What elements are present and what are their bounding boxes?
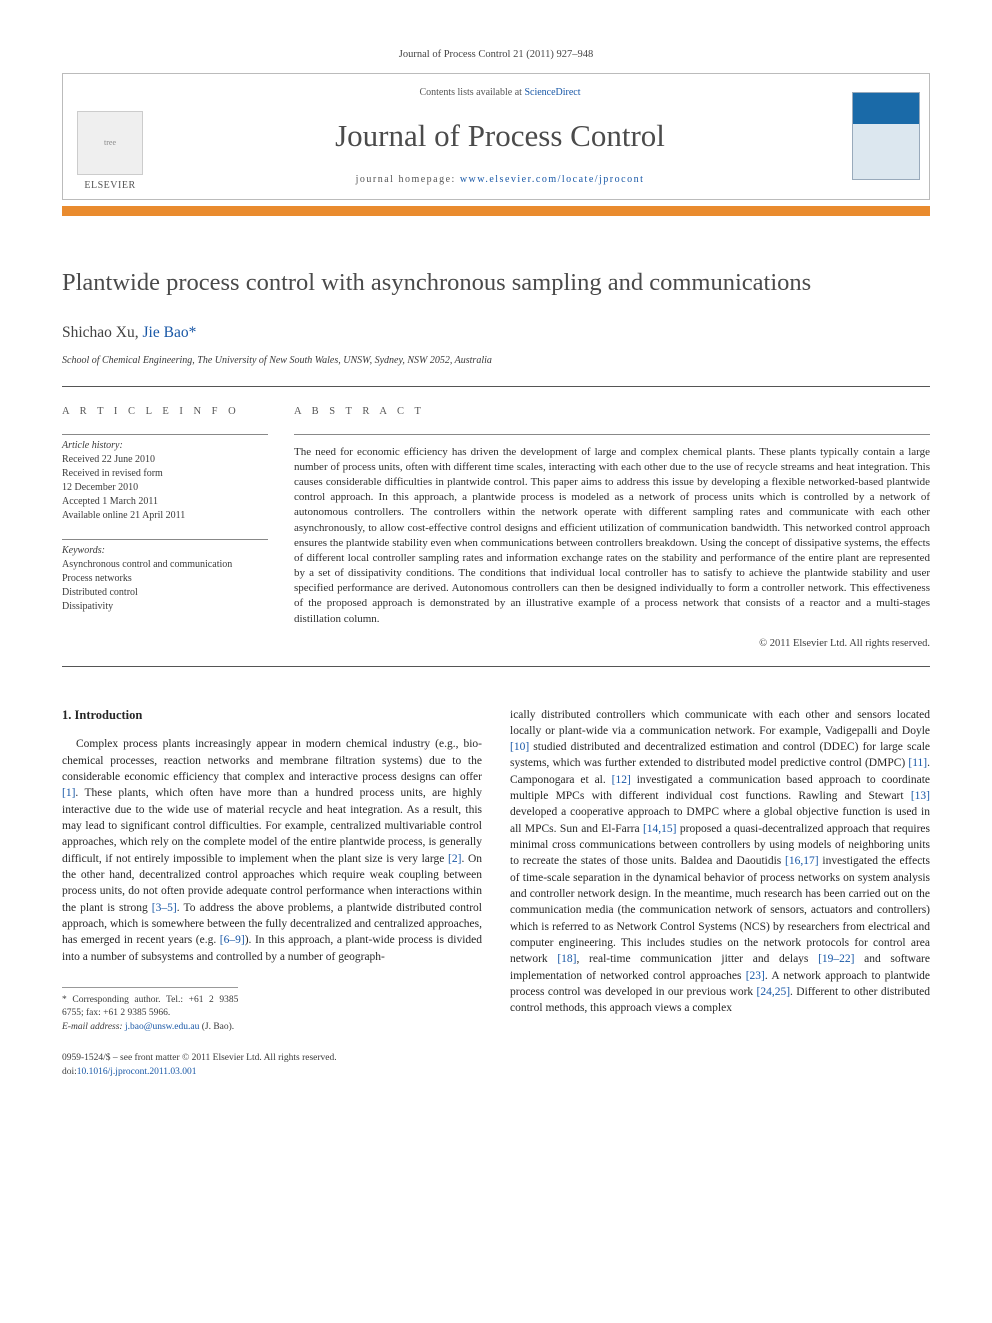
journal-header: tree ELSEVIER Contents lists available a…: [62, 73, 930, 200]
body-para-1: Complex process plants increasingly appe…: [62, 736, 482, 965]
info-rule-2: [62, 539, 268, 540]
journal-reference: Journal of Process Control 21 (2011) 927…: [62, 48, 930, 63]
body-para-2: ically distributed controllers which com…: [510, 707, 930, 1017]
history-revised-1: Received in revised form: [62, 467, 268, 481]
issn-line: 0959-1524/$ – see front matter © 2011 El…: [62, 1052, 930, 1065]
abstract-text: The need for economic efficiency has dri…: [294, 445, 930, 627]
info-heading: a r t i c l e i n f o: [62, 405, 268, 420]
contents-line: Contents lists available at ScienceDirec…: [419, 86, 580, 100]
abstract-rule-top: [294, 434, 930, 435]
journal-title: Journal of Process Control: [335, 114, 665, 157]
doi-line: doi:10.1016/j.jprocont.2011.03.001: [62, 1066, 930, 1079]
cover-thumbnail: [843, 74, 929, 199]
keyword-3: Dissipativity: [62, 600, 268, 614]
affiliation: School of Chemical Engineering, The Univ…: [62, 354, 930, 368]
email-who: (J. Bao).: [202, 1022, 234, 1032]
keyword-2: Distributed control: [62, 586, 268, 600]
authors: Shichao Xu, Jie Bao*: [62, 322, 930, 344]
email-line: E-mail address: j.bao@unsw.edu.au (J. Ba…: [62, 1021, 238, 1034]
email-link[interactable]: j.bao@unsw.edu.au: [125, 1022, 199, 1032]
history-label: Article history:: [62, 439, 268, 453]
keyword-0: Asynchronous control and communication: [62, 558, 268, 572]
contents-prefix: Contents lists available at: [419, 87, 524, 98]
cover-image: [852, 92, 920, 180]
bottom-meta: 0959-1524/$ – see front matter © 2011 El…: [62, 1052, 930, 1079]
corresponding-mark[interactable]: *: [189, 324, 197, 341]
abstract: a b s t r a c t The need for economic ef…: [294, 405, 930, 651]
publisher-name: ELSEVIER: [84, 179, 135, 193]
keywords-label: Keywords:: [62, 544, 268, 558]
page-root: Journal of Process Control 21 (2011) 927…: [0, 0, 992, 1119]
sciencedirect-link[interactable]: ScienceDirect: [524, 87, 580, 98]
rule-top: [62, 386, 930, 387]
history-received: Received 22 June 2010: [62, 453, 268, 467]
author-1: Shichao Xu,: [62, 324, 143, 341]
abstract-heading: a b s t r a c t: [294, 405, 930, 420]
header-center: Contents lists available at ScienceDirec…: [157, 74, 843, 199]
doi-label: doi:: [62, 1067, 77, 1077]
homepage-line: journal homepage: www.elsevier.com/locat…: [356, 173, 645, 187]
info-abstract-row: a r t i c l e i n f o Article history: R…: [62, 405, 930, 651]
publisher-block: tree ELSEVIER: [63, 74, 157, 199]
accent-bar: [62, 206, 930, 216]
corresponding-text: Corresponding author. Tel.: +61 2 9385 6…: [62, 995, 238, 1018]
keyword-1: Process networks: [62, 572, 268, 586]
publisher-logo: tree: [77, 111, 143, 175]
copyright: © 2011 Elsevier Ltd. All rights reserved…: [294, 637, 930, 652]
author-2-link[interactable]: Jie Bao: [143, 324, 189, 341]
section-heading: 1. Introduction: [62, 707, 482, 725]
history-block: Article history: Received 22 June 2010 R…: [62, 439, 268, 523]
section-title: Introduction: [75, 708, 143, 722]
homepage-prefix: journal homepage:: [356, 174, 460, 185]
section-number: 1.: [62, 708, 71, 722]
footnotes: * Corresponding author. Tel.: +61 2 9385…: [62, 987, 238, 1034]
doi-link[interactable]: 10.1016/j.jprocont.2011.03.001: [77, 1067, 197, 1077]
history-online: Available online 21 April 2011: [62, 509, 268, 523]
article-title: Plantwide process control with asynchron…: [62, 266, 930, 300]
info-rule-1: [62, 434, 268, 435]
history-accepted: Accepted 1 March 2011: [62, 495, 268, 509]
history-revised-2: 12 December 2010: [62, 481, 268, 495]
rule-bottom: [62, 666, 930, 667]
homepage-link[interactable]: www.elsevier.com/locate/jprocont: [460, 174, 645, 185]
body-columns: 1. Introduction Complex process plants i…: [62, 707, 930, 1035]
email-label: E-mail address:: [62, 1022, 123, 1032]
article-info: a r t i c l e i n f o Article history: R…: [62, 405, 268, 651]
corresponding-note: * Corresponding author. Tel.: +61 2 9385…: [62, 994, 238, 1021]
keywords-block: Keywords: Asynchronous control and commu…: [62, 544, 268, 614]
